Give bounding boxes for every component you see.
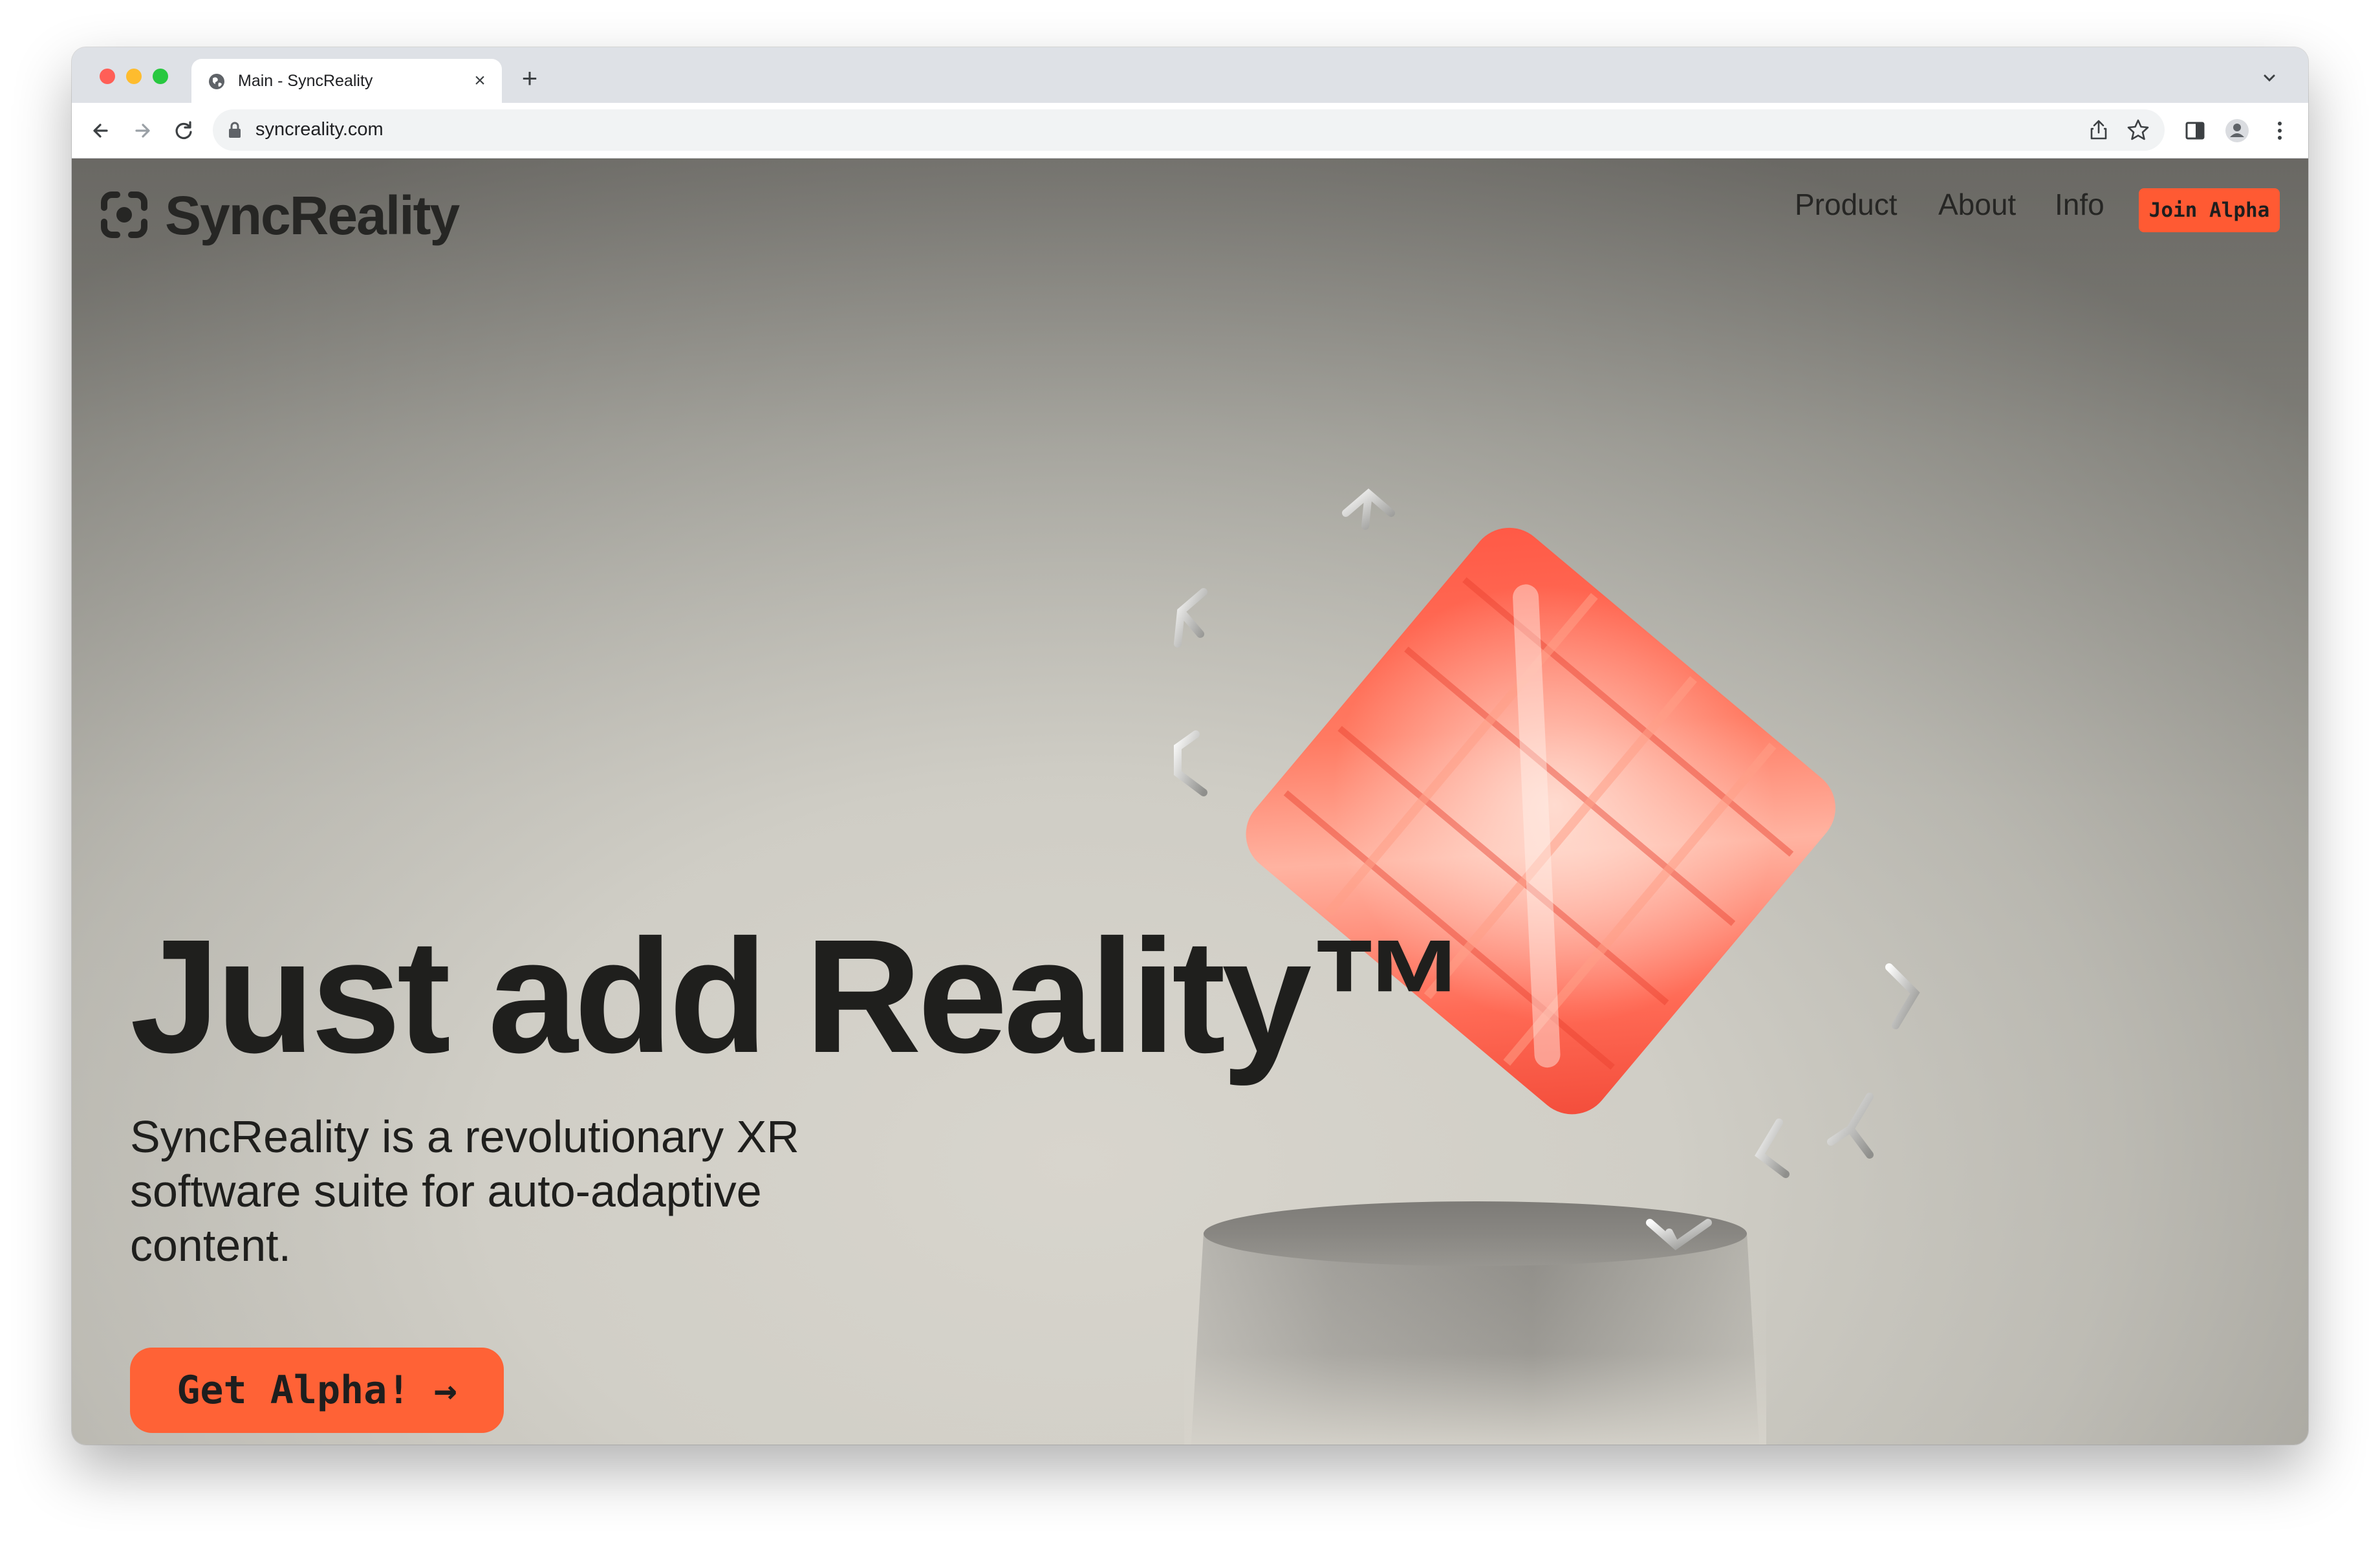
address-bar[interactable]: syncreality.com xyxy=(213,109,2165,151)
url-text[interactable]: syncreality.com xyxy=(255,119,384,140)
page-viewport: SyncReality Product About Info Join Alph… xyxy=(72,158,2308,1445)
close-window-button[interactable] xyxy=(100,69,115,84)
syncreality-logo-icon xyxy=(101,191,147,238)
lock-icon[interactable] xyxy=(227,121,243,139)
browser-tab[interactable]: Main - SyncReality × xyxy=(191,59,502,103)
browser-window: Main - SyncReality × + syncreality.com S… xyxy=(72,47,2308,1445)
hero-subcopy: SyncReality is a revolutionary XR softwa… xyxy=(130,1111,799,1271)
get-alpha-button[interactable]: Get Alpha! → xyxy=(130,1348,504,1433)
chevron-down-icon[interactable] xyxy=(2256,65,2282,91)
star-icon[interactable] xyxy=(2126,118,2150,142)
nav-link-info[interactable]: Info xyxy=(2055,187,2104,222)
reload-icon[interactable] xyxy=(169,116,199,146)
side-panel-icon[interactable] xyxy=(2181,117,2209,144)
close-icon[interactable]: × xyxy=(467,68,493,94)
share-icon[interactable] xyxy=(2087,118,2110,142)
forward-arrow-icon[interactable] xyxy=(127,116,157,146)
minimize-window-button[interactable] xyxy=(126,69,142,84)
kebab-menu-icon[interactable] xyxy=(2266,117,2293,144)
browser-toolbar: syncreality.com xyxy=(72,103,2308,158)
zoom-window-button[interactable] xyxy=(153,69,168,84)
nav-link-about[interactable]: About xyxy=(1938,187,2016,222)
globe-icon xyxy=(209,74,224,89)
nav-link-product[interactable]: Product xyxy=(1795,187,1898,222)
logo-text: SyncReality xyxy=(165,185,460,246)
new-tab-button[interactable]: + xyxy=(515,65,544,94)
back-arrow-icon[interactable] xyxy=(86,116,116,146)
hero-headline: Just add Reality™ xyxy=(130,906,1469,1086)
tab-title: Main - SyncReality xyxy=(238,72,373,90)
floating-3d-object-image xyxy=(1174,488,1920,1251)
join-alpha-button[interactable]: Join Alpha xyxy=(2139,188,2280,232)
profile-icon[interactable] xyxy=(2223,117,2251,144)
tab-strip: Main - SyncReality × + xyxy=(72,47,2308,103)
